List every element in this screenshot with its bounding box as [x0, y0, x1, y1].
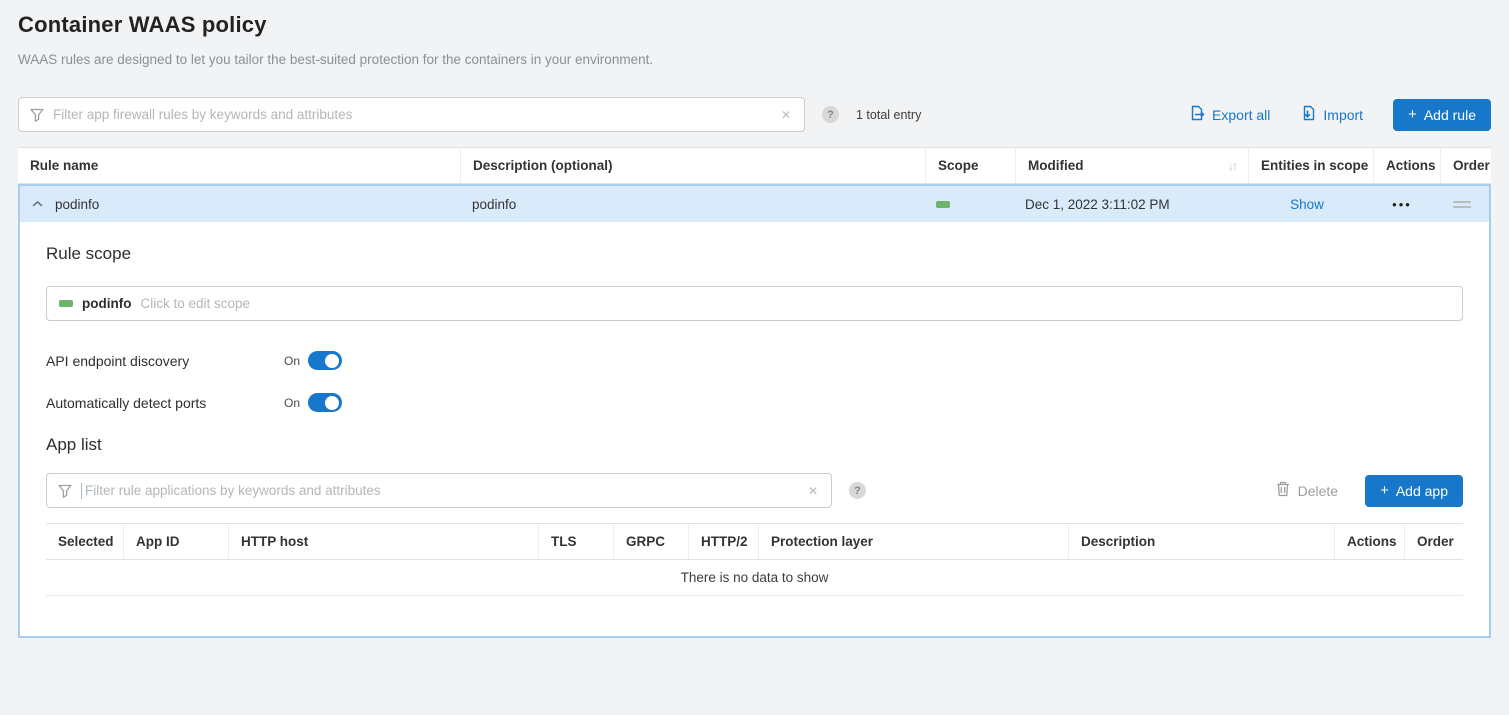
rule-name-cell[interactable]: podinfo — [20, 197, 460, 212]
column-app-description: Description — [1068, 524, 1334, 559]
scope-collection-badge — [59, 300, 73, 307]
app-list-toolbar: Filter rule applications by keywords and… — [46, 473, 1463, 508]
actions-menu-icon[interactable]: ••• — [1392, 197, 1412, 212]
column-app-id: App ID — [123, 524, 228, 559]
column-actions: Actions — [1373, 148, 1440, 183]
text-cursor — [81, 483, 82, 499]
column-entities-in-scope: Entities in scope — [1248, 148, 1373, 183]
app-filter-input[interactable]: Filter rule applications by keywords and… — [46, 473, 832, 508]
filter-funnel-icon — [58, 484, 72, 498]
api-endpoint-discovery-state: On — [284, 354, 300, 368]
add-rule-label: Add rule — [1424, 107, 1476, 123]
column-rule-name: Rule name — [18, 148, 460, 183]
column-tls: TLS — [538, 524, 613, 559]
column-protection-layer: Protection layer — [758, 524, 1068, 559]
api-endpoint-discovery-row: API endpoint discovery On — [46, 351, 1463, 370]
rule-scope-cell — [924, 201, 1013, 208]
export-all-button[interactable]: Export all — [1189, 105, 1270, 124]
rule-detail-panel: Rule scope podinfo Click to edit scope A… — [20, 222, 1489, 636]
delete-label: Delete — [1298, 483, 1338, 499]
rules-filter-placeholder: Filter app firewall rules by keywords an… — [53, 107, 770, 122]
rules-table-header: Rule name Description (optional) Scope M… — [18, 147, 1491, 184]
export-all-label: Export all — [1212, 107, 1270, 123]
column-grpc: GRPC — [613, 524, 688, 559]
toggle-knob — [325, 396, 339, 410]
modified-timestamp: Dec 1, 2022 3:11:02 PM — [1025, 197, 1170, 212]
import-button[interactable]: Import — [1300, 105, 1363, 124]
scope-edit-placeholder: Click to edit scope — [140, 296, 250, 311]
clear-filter-icon[interactable]: ✕ — [806, 482, 820, 500]
container-waas-policy-page: Container WAAS policy WAAS rules are des… — [0, 0, 1509, 638]
plus-icon: + — [1408, 107, 1417, 122]
column-http2: HTTP/2 — [688, 524, 758, 559]
trash-icon — [1276, 481, 1290, 500]
delete-app-button[interactable]: Delete — [1276, 481, 1338, 500]
rule-modified-cell: Dec 1, 2022 3:11:02 PM — [1013, 197, 1245, 212]
rule-description-cell: podinfo — [460, 197, 924, 212]
rule-row-podinfo[interactable]: podinfo podinfo Dec 1, 2022 3:11:02 PM S… — [20, 186, 1489, 222]
scope-collection-badge — [936, 201, 950, 208]
column-scope: Scope — [925, 148, 1015, 183]
plus-icon: + — [1380, 483, 1389, 498]
auto-detect-ports-state: On — [284, 396, 300, 410]
auto-detect-ports-toggle[interactable] — [308, 393, 342, 412]
column-app-order: Order — [1404, 524, 1463, 559]
app-table-header: Selected App ID HTTP host TLS GRPC HTTP/… — [46, 523, 1463, 560]
rule-description: podinfo — [472, 197, 516, 212]
rule-scope-heading: Rule scope — [46, 244, 1463, 264]
column-modified-label: Modified — [1028, 158, 1084, 173]
column-modified[interactable]: Modified ↓↑ — [1015, 148, 1248, 183]
add-rule-button[interactable]: + Add rule — [1393, 99, 1491, 131]
clear-filter-icon[interactable]: ✕ — [779, 106, 793, 124]
column-app-actions: Actions — [1334, 524, 1404, 559]
rules-filter-input[interactable]: Filter app firewall rules by keywords an… — [18, 97, 805, 132]
export-icon — [1189, 105, 1205, 124]
sort-arrows-icon[interactable]: ↓↑ — [1228, 159, 1236, 173]
column-description: Description (optional) — [460, 148, 925, 183]
entities-in-scope-cell: Show — [1245, 197, 1369, 212]
import-label: Import — [1323, 107, 1363, 123]
column-http-host: HTTP host — [228, 524, 538, 559]
import-icon — [1300, 105, 1316, 124]
toggle-knob — [325, 354, 339, 368]
add-app-button[interactable]: + Add app — [1365, 475, 1463, 507]
auto-detect-ports-label: Automatically detect ports — [46, 395, 284, 411]
page-title: Container WAAS policy — [18, 12, 1491, 38]
help-icon[interactable]: ? — [849, 482, 866, 499]
expanded-rule-container: podinfo podinfo Dec 1, 2022 3:11:02 PM S… — [18, 184, 1491, 638]
app-list-heading: App list — [46, 435, 1463, 455]
app-filter-placeholder: Filter rule applications by keywords and… — [85, 483, 797, 498]
rule-scope-editor[interactable]: podinfo Click to edit scope — [46, 286, 1463, 321]
rule-name: podinfo — [55, 197, 99, 212]
rule-actions-cell: ••• — [1369, 197, 1435, 212]
auto-detect-ports-row: Automatically detect ports On — [46, 393, 1463, 412]
api-endpoint-discovery-label: API endpoint discovery — [46, 353, 284, 369]
empty-table-message: There is no data to show — [46, 560, 1463, 596]
api-endpoint-discovery-toggle[interactable] — [308, 351, 342, 370]
chevron-up-icon[interactable] — [32, 200, 43, 208]
scope-collection-name: podinfo — [82, 296, 131, 311]
page-subtitle: WAAS rules are designed to let you tailo… — [18, 52, 1491, 67]
add-app-label: Add app — [1396, 483, 1448, 499]
filter-funnel-icon — [30, 108, 44, 122]
show-entities-link[interactable]: Show — [1290, 197, 1324, 212]
column-selected: Selected — [46, 524, 123, 559]
rule-order-cell — [1435, 201, 1489, 208]
drag-handle-icon[interactable] — [1453, 201, 1471, 208]
total-entry-count: 1 total entry — [856, 108, 921, 122]
rules-toolbar: Filter app firewall rules by keywords an… — [18, 97, 1491, 132]
help-icon[interactable]: ? — [822, 106, 839, 123]
column-order: Order — [1440, 148, 1502, 183]
